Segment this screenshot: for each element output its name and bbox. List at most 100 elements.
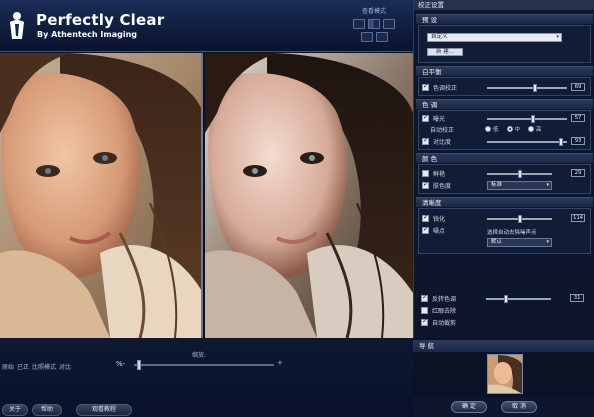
original-portrait-image: [0, 53, 201, 338]
invert-tone-value[interactable]: 31: [570, 294, 584, 302]
corrected-image-pane[interactable]: [205, 53, 413, 338]
contrast-checkbox[interactable]: [422, 136, 429, 145]
white-balance-heading: 白平衡: [416, 66, 593, 76]
contrast-slider-knob[interactable]: [559, 138, 564, 146]
radio-high[interactable]: [528, 126, 535, 132]
help-button[interactable]: 帮助: [32, 404, 62, 416]
app-header: Perfectly Clear By Athentech Imaging 查看模…: [0, 0, 413, 52]
preset-dropdown[interactable]: 自定义 ▾: [427, 33, 562, 42]
sharpen-row: 锐化: [422, 213, 446, 223]
invert-tone-label: 反转色调: [432, 296, 457, 303]
tutorial-button[interactable]: 观看教程: [76, 404, 132, 416]
red-eye-label: 红眼去除: [432, 308, 457, 315]
navigation-thumbnail[interactable]: [487, 354, 523, 394]
extra-row-1: 反转色调: [421, 293, 457, 303]
zoom-slider-track[interactable]: [134, 364, 274, 366]
contrast-slider[interactable]: [487, 141, 567, 143]
auto-crop-checkbox[interactable]: [421, 317, 428, 326]
preset-selected: 自定义: [431, 34, 448, 40]
saturation-checkbox[interactable]: [422, 180, 429, 189]
exposure-checkbox[interactable]: [422, 113, 429, 122]
about-button[interactable]: 关于: [2, 404, 28, 416]
saturation-label: 肤色度: [433, 183, 452, 190]
noise-checkbox[interactable]: [422, 225, 429, 234]
vibrance-slider-knob[interactable]: [517, 170, 522, 178]
zoom-label: 缩放:: [192, 352, 207, 359]
auto-correct-radio-group: 低 中 高: [485, 125, 548, 133]
new-preset-button[interactable]: 新 建...: [427, 48, 463, 56]
color-correct-checkbox[interactable]: [422, 82, 429, 91]
noise-dropdown[interactable]: 默认 ▾: [487, 238, 552, 247]
logo-icon: [10, 12, 24, 39]
chevron-down-icon: ▾: [546, 239, 549, 245]
noise-note: 选择自动去除噪声点: [487, 230, 537, 236]
app-subtitle: By Athentech Imaging: [37, 30, 138, 39]
single-view-icon[interactable]: [353, 19, 365, 29]
tone-heading: 色 调: [416, 99, 593, 109]
sharpen-label: 锐化: [433, 216, 446, 223]
invert-tone-checkbox[interactable]: [421, 293, 428, 302]
auto-correct-label: 自动校正: [430, 127, 455, 134]
mode-corrected[interactable]: 已正: [17, 362, 29, 371]
vibrance-value[interactable]: 29: [571, 169, 585, 177]
corrected-portrait-image: [205, 53, 413, 338]
mode-compare[interactable]: 比照模式: [32, 362, 56, 371]
after-view-icon[interactable]: [375, 32, 388, 42]
zoom-slider-knob[interactable]: [136, 360, 141, 370]
red-eye-checkbox[interactable]: [421, 307, 428, 314]
noise-option: 默认: [491, 239, 503, 245]
radio-low[interactable]: [485, 126, 491, 132]
sharpness-section: 锐化 114 噪点 选择自动去除噪声点 默认 ▾: [418, 208, 591, 254]
zoom-plus[interactable]: +: [277, 359, 283, 367]
noise-row: 噪点: [422, 225, 445, 235]
saturation-option: 标准: [491, 182, 503, 188]
cancel-button[interactable]: 取 消: [501, 401, 537, 413]
navigation-heading: 导 航: [413, 340, 594, 352]
color-correct-value[interactable]: 69: [571, 83, 585, 91]
vibrance-row: 鲜艳: [422, 169, 445, 178]
before-view-icon[interactable]: [360, 32, 373, 42]
exposure-label: 曝光: [433, 116, 446, 123]
radio-medium[interactable]: [506, 126, 513, 132]
sharpen-value[interactable]: 114: [571, 214, 585, 222]
mode-original[interactable]: 原始: [2, 362, 14, 371]
exposure-value[interactable]: 57: [571, 114, 585, 122]
color-heading: 颜 色: [416, 153, 593, 163]
view-mode-group: 查看模式: [345, 6, 403, 42]
contrast-value[interactable]: 93: [571, 137, 585, 145]
split-view-icon[interactable]: [368, 19, 380, 29]
exposure-row: 曝光: [422, 113, 446, 123]
panel-title: 校正设置: [414, 0, 594, 10]
white-balance-section: 色调校正 69: [418, 77, 591, 96]
color-correct-label: 色调校正: [433, 85, 458, 92]
exposure-slider[interactable]: [487, 118, 567, 120]
vibrance-checkbox[interactable]: [422, 170, 429, 177]
sharpen-slider-knob[interactable]: [517, 215, 522, 223]
settings-panel: 校正设置 预 设 自定义 ▾ 新 建... 白平衡 色调校正 69 色 调 曝光…: [413, 0, 594, 338]
radio-low-label: 低: [493, 127, 499, 133]
side-by-side-view-icon[interactable]: [383, 19, 395, 29]
invert-tone-slider[interactable]: [486, 298, 551, 300]
bottom-toolbar: 缩放: 原始 已正 比照模式 对比 %- + 关于 帮助 观看教程: [0, 338, 413, 417]
vibrance-label: 鲜艳: [433, 171, 446, 178]
zoom-minus[interactable]: %-: [116, 360, 125, 368]
extra-row-2: 红眼去除: [421, 306, 456, 315]
auto-crop-label: 自动裁剪: [432, 320, 457, 327]
exposure-slider-knob[interactable]: [530, 115, 535, 123]
original-image-pane[interactable]: [0, 53, 203, 338]
view-mode-label: 查看模式: [361, 8, 386, 15]
navigation-area: [413, 352, 594, 397]
extra-section: 反转色调 31 红眼去除 自动裁剪: [418, 292, 591, 334]
preset-section: 自定义 ▾ 新 建...: [418, 25, 591, 63]
saturation-dropdown[interactable]: 标准 ▾: [487, 181, 552, 190]
color-correct-slider-knob[interactable]: [533, 84, 537, 92]
color-correct-slider[interactable]: [487, 87, 567, 89]
display-mode-labels: 原始 已正 比照模式 对比: [2, 362, 71, 371]
mode-contrast[interactable]: 对比: [59, 362, 71, 371]
contrast-row: 对比度: [422, 136, 451, 146]
ok-button[interactable]: 确 定: [451, 401, 487, 413]
saturation-row: 肤色度: [422, 180, 452, 190]
chevron-down-icon: ▾: [556, 34, 559, 40]
invert-tone-slider-knob[interactable]: [504, 295, 509, 303]
sharpen-checkbox[interactable]: [422, 213, 429, 222]
